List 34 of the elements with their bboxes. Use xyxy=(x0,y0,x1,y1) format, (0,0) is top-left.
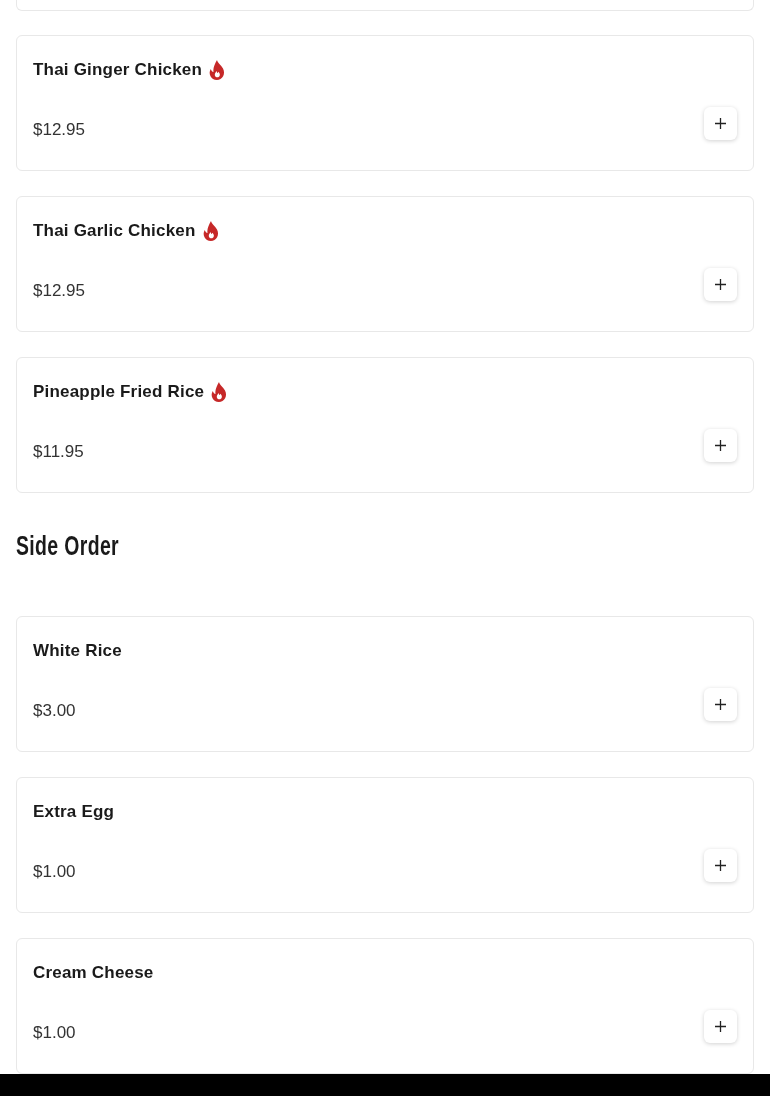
plus-icon xyxy=(715,698,726,710)
flame-icon xyxy=(211,382,228,402)
item-price: $12.95 xyxy=(33,280,85,303)
menu-item-card[interactable]: Thai Ginger Chicken $12.95 xyxy=(16,35,754,171)
add-button[interactable] xyxy=(704,428,737,462)
add-button[interactable] xyxy=(704,687,737,721)
flame-icon xyxy=(202,221,219,241)
item-name: Extra Egg xyxy=(33,801,115,824)
item-price: $11.95 xyxy=(33,441,84,464)
flame-icon xyxy=(209,60,226,80)
item-price: $12.95 xyxy=(33,119,85,142)
menu-item-card[interactable]: Cream Cheese $1.00 xyxy=(16,938,754,1074)
item-name: Pineapple Fried Rice xyxy=(33,381,205,404)
menu-item-card[interactable]: White Rice $3.00 xyxy=(16,616,754,752)
add-button[interactable] xyxy=(704,106,737,140)
item-name: Thai Garlic Chicken xyxy=(33,220,196,243)
add-button[interactable] xyxy=(704,1009,737,1043)
plus-icon xyxy=(715,117,726,129)
menu-item-card[interactable]: Pineapple Fried Rice $11.95 xyxy=(16,357,754,493)
item-name: White Rice xyxy=(33,640,122,663)
menu-item-card[interactable]: Extra Egg $1.00 xyxy=(16,777,754,913)
plus-icon xyxy=(715,1020,726,1032)
plus-icon xyxy=(715,859,726,871)
add-button[interactable] xyxy=(704,267,737,301)
menu-item-card[interactable]: Thai Garlic Chicken $12.95 xyxy=(16,196,754,332)
plus-icon xyxy=(715,439,726,451)
item-name: Cream Cheese xyxy=(33,962,154,985)
plus-icon xyxy=(715,278,726,290)
item-price: $1.00 xyxy=(33,1022,76,1045)
item-name: Thai Ginger Chicken xyxy=(33,59,203,82)
add-button[interactable] xyxy=(704,848,737,882)
item-price: $1.00 xyxy=(33,861,76,884)
section-heading: Side Order xyxy=(16,530,119,564)
item-price: $3.00 xyxy=(33,700,76,723)
